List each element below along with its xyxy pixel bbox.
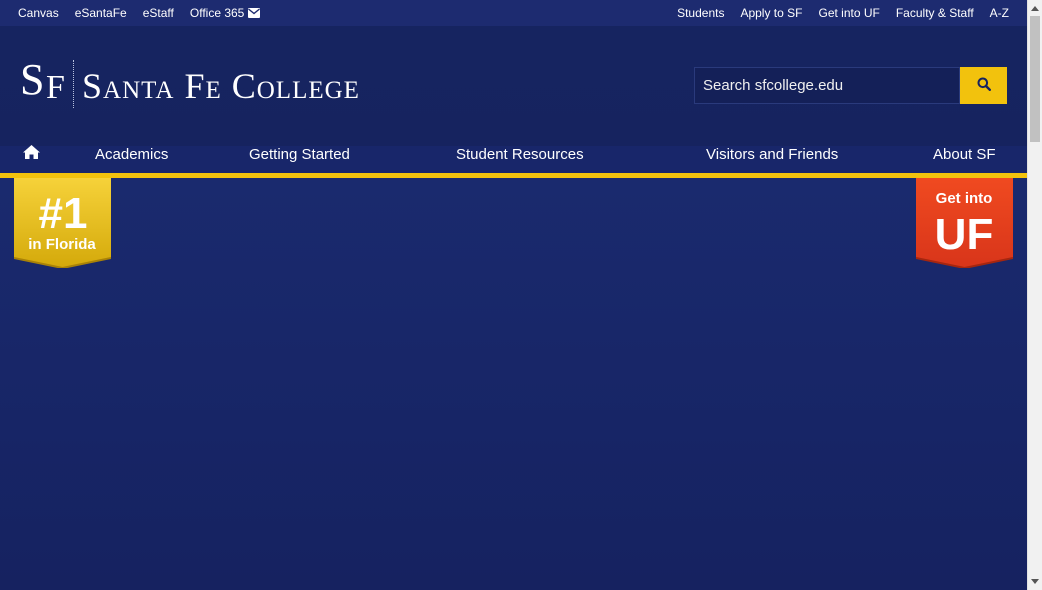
nav-getting-started[interactable]: Getting Started: [249, 146, 350, 173]
site-header: S F Santa Fe College: [0, 26, 1027, 146]
logo-mark-s: S: [20, 55, 45, 104]
logo-mark: S F: [20, 55, 78, 110]
nav-home[interactable]: [22, 144, 41, 171]
search-button[interactable]: [960, 67, 1007, 104]
utility-link-canvas[interactable]: Canvas: [18, 6, 59, 20]
badge-number-one-florida[interactable]: #1 in Florida: [13, 178, 112, 270]
badge-left-line1: #1: [39, 189, 88, 238]
utility-link-office365[interactable]: Office 365: [189, 5, 261, 21]
logo-divider: [73, 60, 74, 108]
utility-link-a-z[interactable]: A-Z: [990, 6, 1009, 20]
utility-link-estaff[interactable]: eStaff: [143, 6, 174, 20]
utility-link-apply[interactable]: Apply to SF: [740, 6, 802, 20]
logo-mark-f: F: [46, 69, 65, 106]
loading-spinner-icon: [470, 438, 542, 510]
utility-left-links: Canvas eSantaFe eStaff Office 365: [18, 6, 276, 21]
page: Canvas eSantaFe eStaff Office 365 Studen…: [0, 0, 1027, 590]
hero-area: #1 in Florida Get into UF: [0, 178, 1027, 590]
badge-get-into-uf[interactable]: Get into UF: [915, 178, 1014, 270]
utility-link-get-into-uf[interactable]: Get into UF: [818, 6, 879, 20]
envelope-icon: [248, 7, 261, 21]
utility-link-students[interactable]: Students: [677, 6, 724, 20]
utility-link-office365-label: Office 365: [189, 5, 245, 20]
nav-student-resources[interactable]: Student Resources: [456, 146, 584, 173]
badge-right-line2: UF: [935, 210, 994, 259]
nav-visitors-friends[interactable]: Visitors and Friends: [706, 146, 838, 173]
site-search: [694, 67, 1007, 104]
utility-link-esantafe[interactable]: eSantaFe: [75, 6, 127, 20]
vertical-scrollbar[interactable]: [1027, 0, 1042, 590]
logo-wordmark: Santa Fe College: [82, 66, 360, 106]
home-icon: [22, 145, 41, 164]
scroll-down-arrow-icon[interactable]: [1031, 579, 1039, 584]
search-input[interactable]: [694, 67, 960, 104]
utility-link-faculty-staff[interactable]: Faculty & Staff: [896, 6, 974, 20]
nav-about-sf[interactable]: About SF: [933, 146, 996, 173]
search-icon: [977, 77, 991, 94]
utility-right-links: Students Apply to SF Get into UF Faculty…: [661, 6, 1009, 20]
nav-academics[interactable]: Academics: [95, 146, 168, 173]
scrollbar-thumb[interactable]: [1030, 16, 1040, 142]
badge-left-line2: in Florida: [28, 236, 96, 253]
utility-bar: Canvas eSantaFe eStaff Office 365 Studen…: [0, 0, 1027, 26]
site-logo[interactable]: S F Santa Fe College: [20, 55, 360, 110]
main-nav: Academics Getting Started Student Resour…: [0, 144, 1027, 173]
badge-right-line1: Get into: [936, 190, 993, 207]
scroll-up-arrow-icon[interactable]: [1031, 6, 1039, 11]
